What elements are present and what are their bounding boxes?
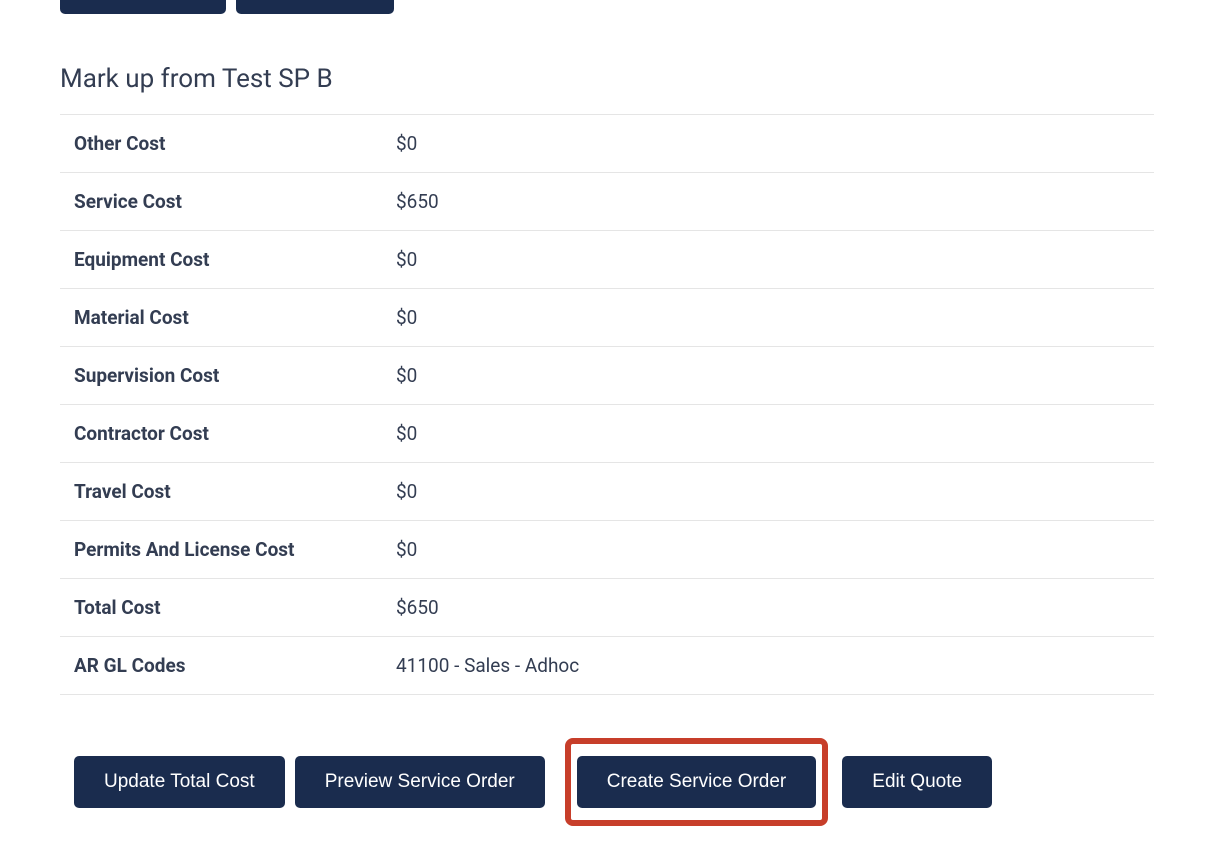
cost-label: Contractor Cost — [60, 405, 382, 462]
cost-label: Supervision Cost — [60, 347, 382, 404]
table-row: Equipment Cost $0 — [60, 230, 1154, 288]
cost-label: Equipment Cost — [60, 231, 382, 288]
table-row: Travel Cost $0 — [60, 462, 1154, 520]
cost-label: Service Cost — [60, 173, 382, 230]
table-row: Other Cost $0 — [60, 114, 1154, 172]
preview-service-order-button[interactable]: Preview Service Order — [295, 756, 545, 808]
cost-label: AR GL Codes — [60, 637, 382, 694]
edit-quote-button[interactable]: Edit Quote — [842, 756, 992, 808]
table-row: Contractor Cost $0 — [60, 404, 1154, 462]
cost-value: $0 — [382, 463, 1154, 520]
button-placeholder[interactable] — [60, 0, 226, 14]
cost-value: $0 — [382, 405, 1154, 462]
cost-label: Permits And License Cost — [60, 521, 382, 578]
button-placeholder[interactable] — [236, 0, 394, 14]
table-row: Total Cost $650 — [60, 578, 1154, 636]
table-row: Permits And License Cost $0 — [60, 520, 1154, 578]
table-row: Material Cost $0 — [60, 288, 1154, 346]
cost-label: Total Cost — [60, 579, 382, 636]
cost-label: Material Cost — [60, 289, 382, 346]
create-service-order-button[interactable]: Create Service Order — [577, 756, 817, 808]
update-total-cost-button[interactable]: Update Total Cost — [74, 756, 285, 808]
cost-label: Other Cost — [60, 115, 382, 172]
cost-value: $0 — [382, 347, 1154, 404]
top-button-row — [60, 0, 1154, 14]
cost-value: $650 — [382, 173, 1154, 230]
action-button-row: Update Total Cost Preview Service Order … — [60, 738, 1154, 826]
cost-value: $0 — [382, 521, 1154, 578]
cost-table: Other Cost $0 Service Cost $650 Equipmen… — [60, 114, 1154, 695]
cost-value: $0 — [382, 115, 1154, 172]
table-row: Service Cost $650 — [60, 172, 1154, 230]
cost-value: $0 — [382, 231, 1154, 288]
table-row: Supervision Cost $0 — [60, 346, 1154, 404]
highlight-annotation: Create Service Order — [565, 738, 829, 826]
cost-value: $650 — [382, 579, 1154, 636]
section-title: Mark up from Test SP B — [60, 64, 1154, 94]
cost-value: $0 — [382, 289, 1154, 346]
cost-label: Travel Cost — [60, 463, 382, 520]
cost-value: 41100 - Sales - Adhoc — [382, 637, 1154, 694]
table-row: AR GL Codes 41100 - Sales - Adhoc — [60, 636, 1154, 695]
